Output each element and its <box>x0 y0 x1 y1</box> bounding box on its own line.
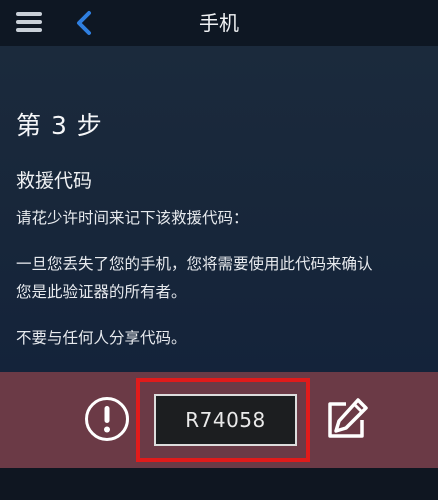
rescue-code: R74058 <box>154 394 297 446</box>
warning-text: 不要与任何人分享代码。 <box>16 329 187 347</box>
edit-pencil-icon[interactable] <box>322 396 370 444</box>
rescue-code-strip: R74058 <box>0 372 438 468</box>
hamburger-menu-icon[interactable] <box>16 11 44 33</box>
main-content: 第 3 步 救援代码 请花少许时间来记下该救援代码： 一旦您丢失了您的手机，您将… <box>0 46 438 372</box>
step-heading: 第 3 步 <box>16 111 103 140</box>
bottom-area <box>0 468 438 500</box>
explanation-line-2: 您是此验证器的所有者。 <box>16 283 187 301</box>
exclamation-circle-icon[interactable] <box>84 396 130 442</box>
back-button[interactable] <box>72 10 96 36</box>
explanation-text: 一旦您丢失了您的手机，您将需要使用此代码来确认 您是此验证器的所有者。 <box>16 250 426 306</box>
top-nav-bar: 手机 <box>0 0 438 46</box>
page-title: 手机 <box>199 11 239 35</box>
section-title: 救援代码 <box>16 170 93 192</box>
explanation-line-1: 一旦您丢失了您的手机，您将需要使用此代码来确认 <box>16 255 373 273</box>
chevron-left-icon <box>77 11 91 35</box>
instruction-text: 请花少许时间来记下该救援代码： <box>16 209 249 227</box>
